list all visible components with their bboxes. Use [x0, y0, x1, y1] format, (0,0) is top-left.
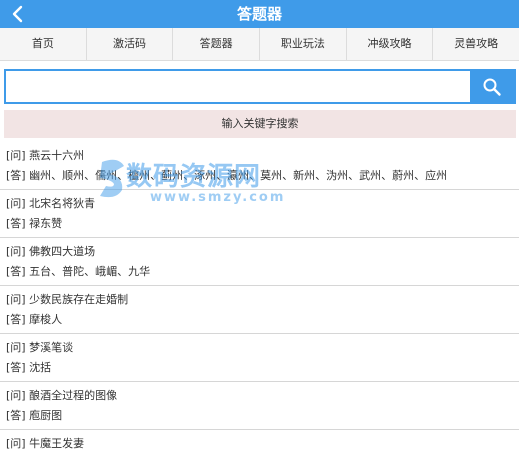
list-item[interactable]: [问] 少数民族存在走婚制 [答] 摩梭人: [0, 286, 519, 334]
list-item[interactable]: [问] 北宋名将狄青 [答] 禄东赞: [0, 190, 519, 238]
back-button[interactable]: [4, 0, 30, 28]
question-text: [问] 少数民族存在走婚制: [6, 293, 129, 306]
answer-text: [6, 454, 513, 458]
question-text: [问] 佛教四大道场: [6, 245, 96, 258]
search-hint: 输入关键字搜索: [4, 110, 516, 138]
tab-home[interactable]: 首页: [0, 28, 87, 60]
tab-pet-guide[interactable]: 灵兽攻略: [433, 28, 519, 60]
chevron-left-icon: [12, 5, 23, 23]
top-tab-bar: 首页 激活码 答题器 职业玩法 冲级攻略 灵兽攻略: [0, 28, 519, 61]
question-text: [问] 燕云十六州: [6, 149, 85, 162]
list-item[interactable]: [问] 佛教四大道场 [答] 五台、普陀、峨嵋、九华: [0, 238, 519, 286]
answer-text: [答] 庖厨图: [6, 409, 63, 422]
answer-text: [答] 五台、普陀、峨嵋、九华: [6, 265, 151, 278]
question-text: [问] 牛魔王发妻: [6, 437, 85, 450]
question-text: [问] 北宋名将狄青: [6, 197, 96, 210]
answer-text: [答] 禄东赞: [6, 217, 63, 230]
tab-leveling-guide[interactable]: 冲级攻略: [347, 28, 434, 60]
search-icon: [483, 78, 501, 96]
answer-text: [答] 幽州、顺州、儒州、檀州、蓟州、涿州、瀛州、莫州、新州、沩州、武州、蔚州、…: [6, 169, 448, 182]
tab-answer-helper[interactable]: 答题器: [173, 28, 261, 60]
answer-text: [答] 摩梭人: [6, 313, 63, 326]
list-item[interactable]: [问] 梦溪笔谈 [答] 沈括: [0, 334, 519, 382]
search-input[interactable]: [6, 71, 470, 102]
tab-class-guide[interactable]: 职业玩法: [260, 28, 347, 60]
question-text: [问] 酿酒全过程的图像: [6, 389, 118, 402]
list-item[interactable]: [问] 燕云十六州 [答] 幽州、顺州、儒州、檀州、蓟州、涿州、瀛州、莫州、新州…: [0, 142, 519, 190]
page-title: 答题器: [236, 5, 282, 23]
list-item[interactable]: [问] 牛魔王发妻: [0, 430, 519, 458]
question-text: [问] 梦溪笔谈: [6, 341, 74, 354]
list-item[interactable]: [问] 酿酒全过程的图像 [答] 庖厨图: [0, 382, 519, 430]
search-button[interactable]: [470, 71, 514, 102]
search-bar: [4, 69, 516, 104]
qa-list: [问] 燕云十六州 [答] 幽州、顺州、儒州、檀州、蓟州、涿州、瀛州、莫州、新州…: [0, 142, 519, 458]
tab-activation-code[interactable]: 激活码: [87, 28, 174, 60]
app-header: 答题器: [0, 0, 519, 28]
answer-text: [答] 沈括: [6, 361, 52, 374]
